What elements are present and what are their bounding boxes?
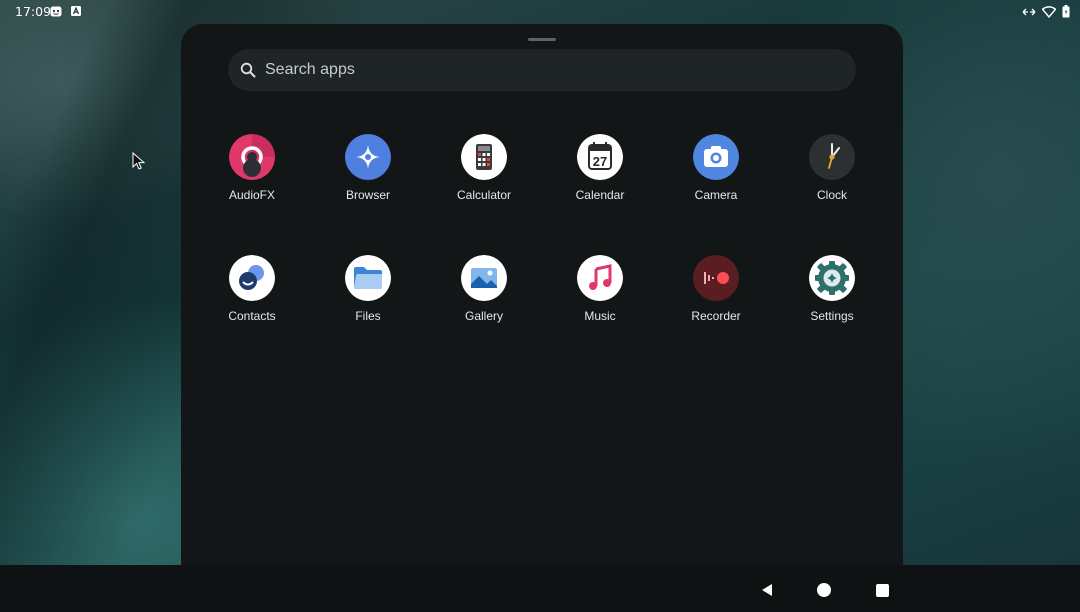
search-icon [240,62,256,78]
app-browser[interactable]: Browser [318,134,418,224]
app-music[interactable]: Music [550,255,650,345]
camera-icon [693,134,739,180]
app-label: Music [584,309,616,323]
app-label: Settings [810,309,854,323]
home-icon[interactable] [817,583,831,597]
app-label: Gallery [464,309,503,323]
app-calculator[interactable]: Calculator [434,134,534,224]
gallery-icon [461,255,507,301]
contacts-icon [229,255,275,301]
status-time: 17:09 [15,4,52,19]
app-drawer: Search apps AudioFX Browser Calculator 2… [181,24,903,565]
settings-icon [809,255,855,301]
files-icon [345,255,391,301]
app-files[interactable]: Files [318,255,418,345]
app-settings[interactable]: Settings [782,255,882,345]
app-label: Clock [816,188,847,202]
navigation-bar [0,565,1080,612]
app-label: Browser [345,188,390,202]
mouse-cursor-icon [132,152,146,170]
app-calendar[interactable]: 27 Calendar [550,134,650,224]
music-icon [577,255,623,301]
status-bar: 17:09 [0,0,1080,24]
data-transfer-icon [1022,8,1036,15]
battery-icon [1062,5,1070,18]
back-icon[interactable] [760,583,774,597]
app-label: Calculator [456,188,512,202]
app-camera[interactable]: Camera [666,134,766,224]
app-notification-icon [71,6,81,16]
app-label: Contacts [228,309,276,323]
app-label: Calendar [575,188,625,202]
recents-icon[interactable] [876,584,889,597]
calculator-icon [461,134,507,180]
wifi-icon [1042,5,1056,18]
drag-handle[interactable] [528,38,556,41]
app-recorder[interactable]: Recorder [666,255,766,345]
recorder-icon [693,255,739,301]
app-clock[interactable]: Clock [782,134,882,224]
app-label: Recorder [691,309,741,323]
search-placeholder: Search apps [265,61,355,78]
audiofx-icon [229,134,275,180]
app-label: Camera [694,188,738,202]
calendar-icon: 27 [577,134,623,180]
notification-face-icon [50,6,62,17]
search-bar[interactable]: Search apps [228,49,856,91]
app-gallery[interactable]: Gallery [434,255,534,345]
browser-icon [345,134,391,180]
clock-icon [809,134,855,180]
app-contacts[interactable]: Contacts [202,255,302,345]
calendar-day: 27 [593,154,607,169]
app-audiofx[interactable]: AudioFX [202,134,302,224]
app-label: Files [355,309,381,323]
app-label: AudioFX [228,188,276,202]
